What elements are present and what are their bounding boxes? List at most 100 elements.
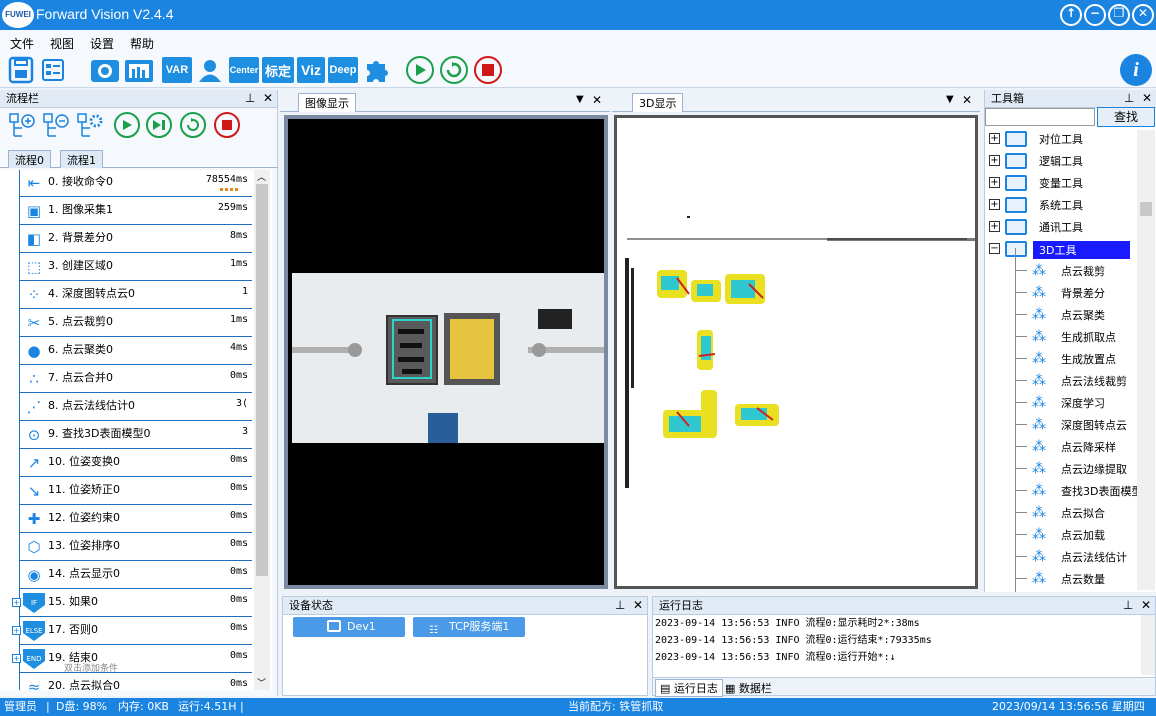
toolbox-tool[interactable]: ⁂ 背景差分	[985, 282, 1137, 304]
pin-icon[interactable]: ⊥	[1123, 598, 1133, 612]
flow-item[interactable]: ∴ 7. 点云合并0 0ms	[20, 366, 252, 393]
pin-icon[interactable]: ⊥	[615, 598, 625, 612]
image-viewer[interactable]	[284, 115, 608, 589]
save-icon[interactable]	[6, 55, 36, 85]
pin-top-button[interactable]: ↑	[1060, 4, 1082, 26]
toolbox-group[interactable]: + 通讯工具	[985, 216, 1137, 238]
pin-icon[interactable]: ⊥	[1124, 91, 1134, 105]
expand-icon[interactable]: +	[12, 654, 21, 663]
toolbox-tool[interactable]: ⁂ 点云拟合	[985, 502, 1137, 524]
flow-item[interactable]: ✂ 5. 点云裁剪0 1ms	[20, 310, 252, 337]
layout-icon[interactable]	[40, 55, 66, 85]
toolbox-tool[interactable]: ⁂ 深度图转点云	[985, 414, 1137, 436]
toolbox-tool[interactable]: ⁂ 点云法线裁剪	[985, 370, 1137, 392]
info-icon[interactable]: i	[1120, 54, 1152, 86]
toolbox-tool[interactable]: ⁂ 查找3D表面模型	[985, 480, 1137, 502]
expand-icon[interactable]: +	[989, 177, 1000, 188]
scroll-down-icon[interactable]: ﹀	[257, 676, 266, 689]
flow-run-once-icon[interactable]	[114, 112, 140, 138]
toolbox-search-button[interactable]: 查找	[1097, 107, 1155, 127]
flow-item[interactable]: IF 15. 如果0 0ms +	[12, 590, 252, 617]
flow-item[interactable]: ⬡ 13. 位姿排序0 0ms	[20, 534, 252, 561]
plugin-icon[interactable]	[362, 55, 392, 85]
toolbox-tool[interactable]: ⁂ 点云数量	[985, 568, 1137, 590]
toolbox-tool[interactable]: ⁂ 点云法线估计	[985, 546, 1137, 568]
pin-icon[interactable]: ⊥	[245, 91, 255, 105]
log-scrollbar[interactable]	[1141, 615, 1155, 675]
dropdown-icon[interactable]: ▼	[946, 94, 954, 105]
tab-flow0[interactable]: 流程0	[8, 150, 51, 168]
expand-icon[interactable]: +	[12, 598, 21, 607]
menu-settings[interactable]: 设置	[90, 35, 114, 52]
user-icon[interactable]	[196, 55, 224, 85]
tab-flow1[interactable]: 流程1	[60, 150, 103, 168]
menu-help[interactable]: 帮助	[130, 35, 154, 52]
flow-item[interactable]: ▣ 1. 图像采集1 259ms	[20, 198, 252, 225]
flow-item[interactable]: ≈20. 点云拟合0 0ms	[20, 674, 252, 690]
flow-item[interactable]: ◧ 2. 背景差分0 8ms	[20, 226, 252, 253]
camera-icon[interactable]	[90, 55, 120, 85]
close-icon[interactable]: ✕	[633, 598, 643, 612]
run-loop-icon[interactable]	[440, 56, 468, 84]
toolbox-group[interactable]: + 逻辑工具	[985, 150, 1137, 172]
image-source-icon[interactable]	[124, 55, 154, 85]
flow-item[interactable]: ELSE 17. 否则0 0ms +	[12, 618, 252, 645]
toolbox-tool[interactable]: ⁂ 点云聚类	[985, 304, 1137, 326]
close-icon[interactable]: ✕	[1142, 91, 1152, 105]
flow-item[interactable]: ↗ 10. 位姿变换0 0ms	[20, 450, 252, 477]
flow-item[interactable]: ✚ 12. 位姿约束0 0ms	[20, 506, 252, 533]
scroll-up-icon[interactable]: ︿	[257, 170, 266, 183]
close-icon[interactable]: ✕	[1141, 598, 1151, 612]
toolbox-scroll-thumb[interactable]	[1140, 202, 1152, 216]
toolbox-tool[interactable]: ⁂ 点云边缘提取	[985, 458, 1137, 480]
flow-item[interactable]: ⁘ 4. 深度图转点云0 1	[20, 282, 252, 309]
center-button[interactable]: Center	[229, 57, 259, 83]
flow-scrollbar[interactable]: ︿ ﹀	[254, 170, 270, 690]
toolbox-tool[interactable]: ⁂ 点云裁剪	[985, 260, 1137, 282]
run-once-icon[interactable]	[406, 56, 434, 84]
flow-scroll-thumb[interactable]	[256, 184, 268, 576]
calibration-button[interactable]: 标定	[262, 57, 294, 83]
viz-button[interactable]: Viz	[297, 57, 325, 83]
close-icon[interactable]: ✕	[592, 93, 602, 107]
close-icon[interactable]: ✕	[962, 93, 972, 107]
flow-item[interactable]: END 19. 结束0 0ms 双击添加条件 +	[12, 646, 252, 674]
toolbox-group[interactable]: + 系统工具	[985, 194, 1137, 216]
toolbox-tool[interactable]: ⁂ 点云加载	[985, 524, 1137, 546]
minimize-button[interactable]: −	[1084, 4, 1106, 26]
close-icon[interactable]: ✕	[263, 91, 273, 105]
toolbox-tool[interactable]: ⁂ 生成抓取点	[985, 326, 1137, 348]
expand-icon[interactable]: +	[989, 155, 1000, 166]
toolbox-group[interactable]: + 对位工具	[985, 128, 1137, 150]
flow-settings-icon[interactable]	[76, 112, 104, 140]
toolbox-group[interactable]: + 变量工具	[985, 172, 1137, 194]
toolbox-group[interactable]: − 3D工具	[985, 238, 1137, 260]
point-cloud-viewer[interactable]	[614, 115, 978, 589]
flow-item[interactable]: ↘ 11. 位姿矫正0 0ms	[20, 478, 252, 505]
stop-icon[interactable]	[474, 56, 502, 84]
expand-icon[interactable]: −	[989, 243, 1000, 254]
flow-step-icon[interactable]	[146, 112, 172, 138]
flow-item[interactable]: ⬚ 3. 创建区域0 1ms	[20, 254, 252, 281]
tab-3d-display[interactable]: 3D显示	[632, 93, 684, 112]
tab-image-display[interactable]: 图像显示	[298, 93, 356, 112]
expand-icon[interactable]: +	[12, 626, 21, 635]
menu-file[interactable]: 文件	[10, 35, 34, 52]
expand-icon[interactable]: +	[989, 221, 1000, 232]
toolbox-search-input[interactable]	[985, 108, 1095, 126]
flow-loop-icon[interactable]	[180, 112, 206, 138]
close-button[interactable]: ✕	[1132, 4, 1154, 26]
flow-stop-icon[interactable]	[214, 112, 240, 138]
menu-view[interactable]: 视图	[50, 35, 74, 52]
toolbox-tool[interactable]: ⁂ 点云降采样	[985, 436, 1137, 458]
toolbox-tool[interactable]: ⁂ 生成放置点	[985, 348, 1137, 370]
maximize-button[interactable]: ❐	[1108, 4, 1130, 26]
flow-item[interactable]: ⊙ 9. 查找3D表面模型0 3	[20, 422, 252, 449]
device-tcp-server[interactable]: ☷ TCP服务端1	[413, 617, 525, 637]
deep-learning-button[interactable]: Deep	[328, 57, 358, 83]
expand-icon[interactable]: +	[989, 133, 1000, 144]
dropdown-icon[interactable]: ▼	[576, 94, 584, 105]
add-flow-icon[interactable]	[8, 112, 36, 140]
expand-icon[interactable]: +	[989, 199, 1000, 210]
flow-item[interactable]: ⋰ 8. 点云法线估计0 3(	[20, 394, 252, 421]
